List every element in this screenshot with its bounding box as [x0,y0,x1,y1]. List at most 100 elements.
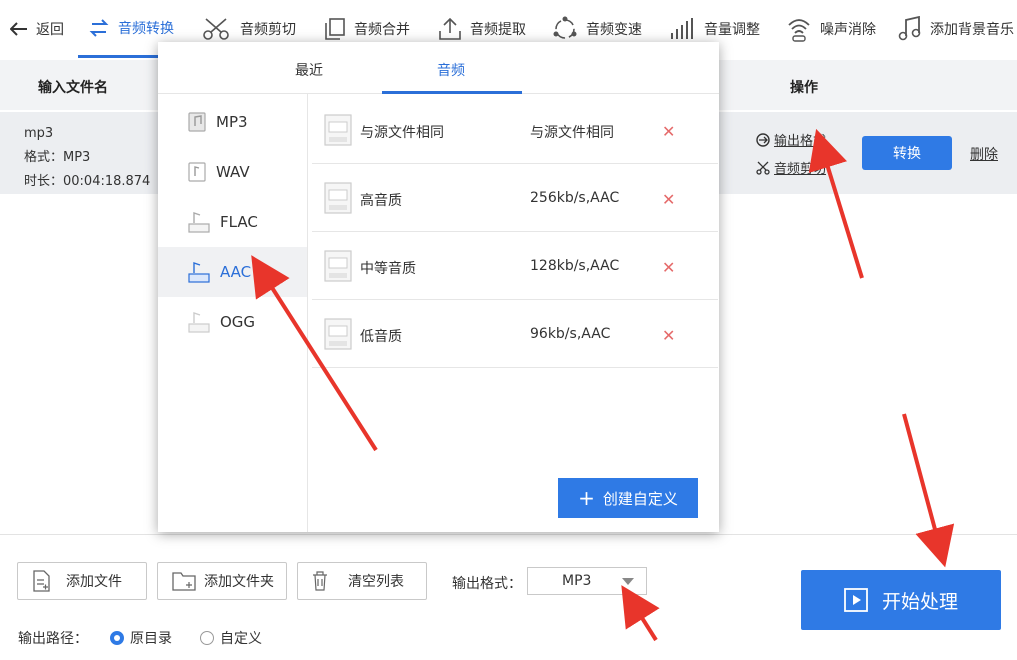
wav-file-icon [188,162,206,182]
tab-add-bgm[interactable]: 添加背景音乐 [884,0,1017,58]
aac-file-icon [188,262,210,283]
music-note-icon [898,16,921,41]
create-custom-button[interactable]: + 创建自定义 [558,478,698,518]
noise-icon [788,19,810,42]
output-format-link-label: 输出格式 [774,134,827,149]
preset-row[interactable]: 高音质 256kb/s,AAC ✕ [312,164,718,232]
arrow-to-format-select [621,585,660,642]
add-file-icon [33,570,50,592]
format-label: OGG [220,313,256,331]
back-button[interactable]: 返回 [0,0,78,58]
tab-label: 音频提取 [470,22,526,38]
format-label: AAC [220,263,252,281]
format-icon [756,132,770,147]
active-tab-indicator [382,91,522,94]
plus-icon: + [578,486,595,510]
radio-custom-label[interactable]: 自定义 [220,628,262,648]
tab-label: 音频转换 [118,20,174,37]
preset-row[interactable]: 中等音质 128kb/s,AAC ✕ [312,232,718,300]
preset-name: 低音质 [360,329,402,345]
mp3-file-icon [188,112,206,132]
chevron-down-icon [622,578,634,585]
audio-file-icon [324,182,352,214]
close-icon[interactable]: ✕ [662,326,675,345]
audio-file-icon [324,250,352,282]
convert-icon [89,18,109,37]
preset-value: 96kb/s,AAC [530,326,611,342]
tab-label: 音频变速 [586,22,642,38]
preset-row[interactable]: 低音质 96kb/s,AAC ✕ [312,300,718,368]
start-processing-label: 开始处理 [881,590,958,613]
radio-custom-dir[interactable] [200,631,214,645]
file-info: mp3 格式：MP3 时长：00:04:18.874 [24,122,150,194]
audio-cut-link-label: 音频剪切 [774,162,827,177]
file-format: 格式：MP3 [24,150,91,165]
start-processing-button[interactable]: 开始处理 [801,570,1001,630]
format-picker-popup: 最近 音频 MP3 WAV FLAC AAC OGG 与源文件相同 与源文件相同… [158,42,719,532]
add-file-button[interactable]: 添加文件 [17,562,147,600]
delete-link[interactable]: 删除 [970,144,998,164]
back-label: 返回 [36,22,64,38]
clear-list-label: 清空列表 [348,574,404,590]
format-item-mp3[interactable]: MP3 [158,97,307,147]
add-file-label: 添加文件 [66,574,122,590]
output-path: 输出路径： 原目录 自定义 [18,628,262,648]
scissors-icon [756,161,770,175]
arrow-to-start-button [902,413,955,568]
trash-icon [313,571,327,591]
output-path-label: 输出路径： [18,631,88,647]
play-icon [844,588,868,612]
format-item-flac[interactable]: FLAC [158,197,307,247]
tab-label: 音频合并 [354,22,410,38]
tab-audio[interactable]: 音频 [437,60,465,80]
convert-button[interactable]: 转换 [862,136,952,170]
output-format-value: MP3 [562,573,592,589]
add-folder-icon [172,572,196,591]
preset-value: 256kb/s,AAC [530,190,620,206]
preset-value: 与源文件相同 [530,125,614,141]
divider [0,534,1017,535]
tab-label: 添加背景音乐 [930,22,1014,38]
tab-label: 噪声消除 [820,22,876,38]
add-folder-button[interactable]: 添加文件夹 [157,562,287,600]
clear-list-button[interactable]: 清空列表 [297,562,427,600]
close-icon[interactable]: ✕ [662,122,675,141]
file-name: mp3 [24,126,54,141]
tab-recent[interactable]: 最近 [295,60,323,80]
upload-icon [439,17,461,40]
output-format-link[interactable]: 输出格式 [756,130,826,149]
tab-noise-removal[interactable]: 噪声消除 [768,0,884,58]
preset-name: 高音质 [360,193,402,209]
tab-label: 音频剪切 [240,22,296,38]
format-item-aac[interactable]: AAC [158,247,307,297]
column-header-actions: 操作 [790,80,818,96]
audio-file-icon [324,318,352,350]
format-label: WAV [216,163,250,181]
format-label: FLAC [220,213,258,231]
preset-name: 与源文件相同 [360,125,444,141]
output-format-label: 输出格式： [452,576,522,592]
format-list: MP3 WAV FLAC AAC OGG [158,94,308,532]
close-icon[interactable]: ✕ [662,258,675,277]
arrow-left-icon [10,22,27,36]
preset-name: 中等音质 [360,261,416,277]
preset-row[interactable]: 与源文件相同 与源文件相同 ✕ [312,96,718,164]
format-label: MP3 [216,113,248,131]
flac-file-icon [188,212,210,233]
preset-value: 128kb/s,AAC [530,258,620,274]
add-folder-label: 添加文件夹 [204,574,274,590]
output-format-select[interactable]: MP3 [527,567,647,595]
format-picker-tabs: 最近 音频 [158,42,719,94]
close-icon[interactable]: ✕ [662,190,675,209]
scissors-icon [203,18,229,40]
merge-icon [325,18,345,40]
column-header-filename: 输入文件名 [38,80,108,96]
audio-file-icon [324,114,352,146]
audio-cut-link[interactable]: 音频剪切 [756,158,826,177]
radio-original-label[interactable]: 原目录 [130,628,172,648]
radio-original-dir[interactable] [110,631,124,645]
format-item-wav[interactable]: WAV [158,147,307,197]
tab-label: 音量调整 [704,22,760,38]
ogg-file-icon [188,312,210,333]
format-item-ogg[interactable]: OGG [158,297,307,347]
